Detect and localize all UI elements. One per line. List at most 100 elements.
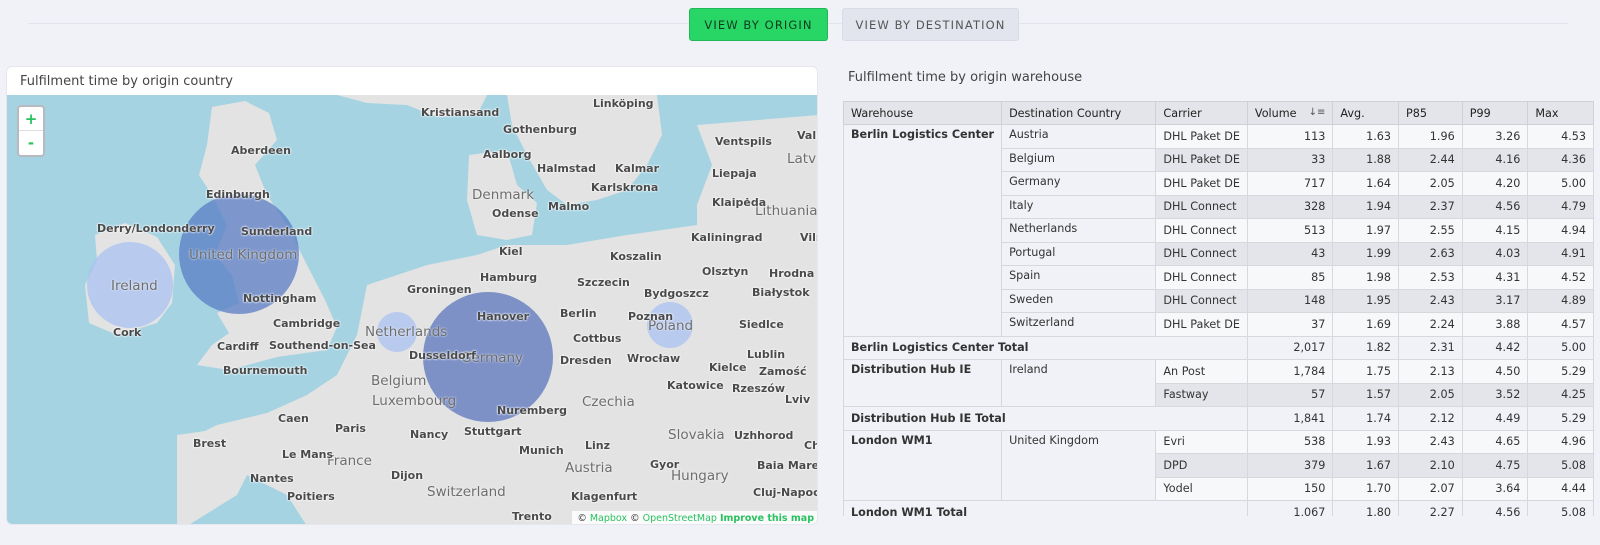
- table-total-row: London WM1 Total 1,067 1.80 2.27 4.56 5.08: [843, 500, 1594, 516]
- cell-total-p85: 2.12: [1398, 406, 1463, 431]
- city-label: Groningen: [407, 283, 472, 296]
- cell-destination-country: Belgium: [1001, 147, 1157, 172]
- column-header-p85[interactable]: P85: [1398, 101, 1463, 125]
- cell-total-p99: 4.42: [1461, 335, 1529, 360]
- view-by-origin-button[interactable]: VIEW BY ORIGIN: [689, 8, 828, 41]
- city-label: Paris: [335, 422, 366, 435]
- city-label: Stuttgart: [464, 425, 522, 438]
- city-label: Gothenburg: [503, 123, 577, 136]
- cell-destination-country: Sweden: [1001, 288, 1157, 313]
- country-label-luxembourg: Luxembourg: [372, 393, 457, 409]
- cell-total-max: 5.00: [1527, 335, 1594, 360]
- city-label: Berlin: [560, 307, 597, 320]
- cell-p99: 3.88: [1461, 312, 1529, 337]
- cell-carrier: DHL Paket DE: [1155, 312, 1248, 337]
- cell-p85: 1.96: [1398, 124, 1463, 149]
- fulfilment-table: Warehouse Destination Country Carrier Vo…: [843, 101, 1594, 516]
- country-label-czechia: Czechia: [582, 394, 635, 410]
- cell-max: 4.57: [1527, 312, 1594, 337]
- cell-carrier: Evri: [1155, 429, 1248, 454]
- cell-max: 4.44: [1527, 476, 1594, 501]
- country-label-austria: Austria: [565, 460, 613, 476]
- column-header-destination-country[interactable]: Destination Country: [1001, 101, 1157, 125]
- city-label: Lublin: [747, 348, 786, 361]
- zoom-in-button[interactable]: +: [19, 107, 43, 131]
- table-row: Berlin Logistics Center Austria DHL Paket …: [843, 124, 1594, 337]
- city-label: Dresden: [560, 354, 612, 367]
- column-header-avg[interactable]: Avg.: [1332, 101, 1399, 125]
- cell-avg: 1.98: [1332, 265, 1399, 290]
- zoom-out-button[interactable]: -: [19, 131, 43, 155]
- cell-p99: 4.15: [1461, 218, 1529, 243]
- cell-destination-country: Italy: [1001, 194, 1157, 219]
- cell-carrier: DHL Paket DE: [1155, 171, 1248, 196]
- cell-p99: 4.75: [1461, 453, 1529, 478]
- cell-p85: 2.43: [1398, 288, 1463, 313]
- cell-max: 5.08: [1527, 453, 1594, 478]
- city-label: Kielce: [709, 361, 747, 374]
- column-header-volume[interactable]: Volume ↓≡: [1246, 101, 1334, 125]
- sort-descending-icon[interactable]: ↓≡: [1309, 107, 1326, 118]
- country-label-ireland: Ireland: [111, 278, 158, 294]
- cell-p85: 2.24: [1398, 312, 1463, 337]
- city-label: Cluj-Napoca: [753, 486, 817, 499]
- city-label: Hamburg: [480, 271, 538, 284]
- map-canvas[interactable]: Ireland United Kingdom Denmark Netherlan…: [7, 95, 817, 524]
- city-label: Southend-on-Sea: [269, 339, 376, 352]
- city-label: Derry/Londonderry: [97, 222, 215, 235]
- cell-p85: 2.13: [1398, 359, 1463, 384]
- city-label: Poitiers: [287, 490, 335, 503]
- map-land-svg: [85, 95, 817, 524]
- city-label: Nottingham: [243, 292, 317, 305]
- cell-destination-country: United Kingdom: [1001, 429, 1157, 501]
- column-header-carrier[interactable]: Carrier: [1155, 101, 1248, 125]
- city-label: Nantes: [250, 472, 294, 485]
- cell-max: 4.96: [1527, 429, 1594, 454]
- country-label-hungary: Hungary: [671, 468, 729, 484]
- column-header-max[interactable]: Max: [1527, 101, 1594, 125]
- cell-carrier: DHL Connect: [1155, 265, 1248, 290]
- cell-volume: 113: [1246, 124, 1334, 149]
- table-header-row: Warehouse Destination Country Carrier Vo…: [843, 101, 1594, 125]
- mapbox-link[interactable]: Mapbox: [590, 513, 627, 524]
- view-by-destination-button[interactable]: VIEW BY DESTINATION: [842, 8, 1019, 41]
- cell-carrier: DPD: [1155, 453, 1248, 478]
- cell-p99: 4.03: [1461, 241, 1529, 266]
- cell-max: 4.79: [1527, 194, 1594, 219]
- column-header-warehouse[interactable]: Warehouse: [843, 101, 1003, 125]
- cell-avg: 1.94: [1332, 194, 1399, 219]
- cell-max: 4.36: [1527, 147, 1594, 172]
- city-label: Linköping: [593, 97, 654, 110]
- country-label-denmark: Denmark: [472, 187, 535, 203]
- cell-p85: 2.07: [1398, 476, 1463, 501]
- cell-destination-country: Spain: [1001, 265, 1157, 290]
- cell-p85: 2.43: [1398, 429, 1463, 454]
- cell-volume: 85: [1246, 265, 1334, 290]
- cell-volume: 150: [1246, 476, 1334, 501]
- table-container[interactable]: Warehouse Destination Country Carrier Vo…: [843, 101, 1595, 516]
- table-total-row: Distribution Hub IE Total 1,841 1.74 2.12 4.…: [843, 406, 1594, 431]
- cell-p99: 4.56: [1461, 194, 1529, 219]
- cell-max: 5.29: [1527, 359, 1594, 384]
- improve-map-link[interactable]: Improve this map: [720, 513, 814, 524]
- city-label: Hrodna: [769, 267, 815, 280]
- cell-destination-country: Germany: [1001, 171, 1157, 196]
- city-label: Brest: [193, 437, 227, 450]
- column-header-p99[interactable]: P99: [1461, 101, 1529, 125]
- country-label-switzerland: Switzerland: [427, 484, 506, 500]
- city-label: Trento: [512, 510, 552, 523]
- city-label: Aalborg: [483, 148, 532, 161]
- city-label: Vilni: [800, 231, 817, 244]
- cell-total-p99: 4.56: [1461, 500, 1529, 516]
- cell-total-max: 5.08: [1527, 500, 1594, 516]
- city-label: Kalmar: [615, 162, 660, 175]
- cell-max: 4.91: [1527, 241, 1594, 266]
- city-label: Białystok: [752, 286, 810, 299]
- cell-carrier: DHL Connect: [1155, 218, 1248, 243]
- openstreetmap-link[interactable]: OpenStreetMap: [643, 513, 717, 524]
- city-label: Linz: [585, 439, 611, 452]
- map-card: Fulfilment time by origin country Irelan…: [6, 66, 818, 525]
- cell-volume: 717: [1246, 171, 1334, 196]
- city-label: Le Mans: [282, 448, 334, 461]
- city-label: Kristiansand: [421, 106, 500, 119]
